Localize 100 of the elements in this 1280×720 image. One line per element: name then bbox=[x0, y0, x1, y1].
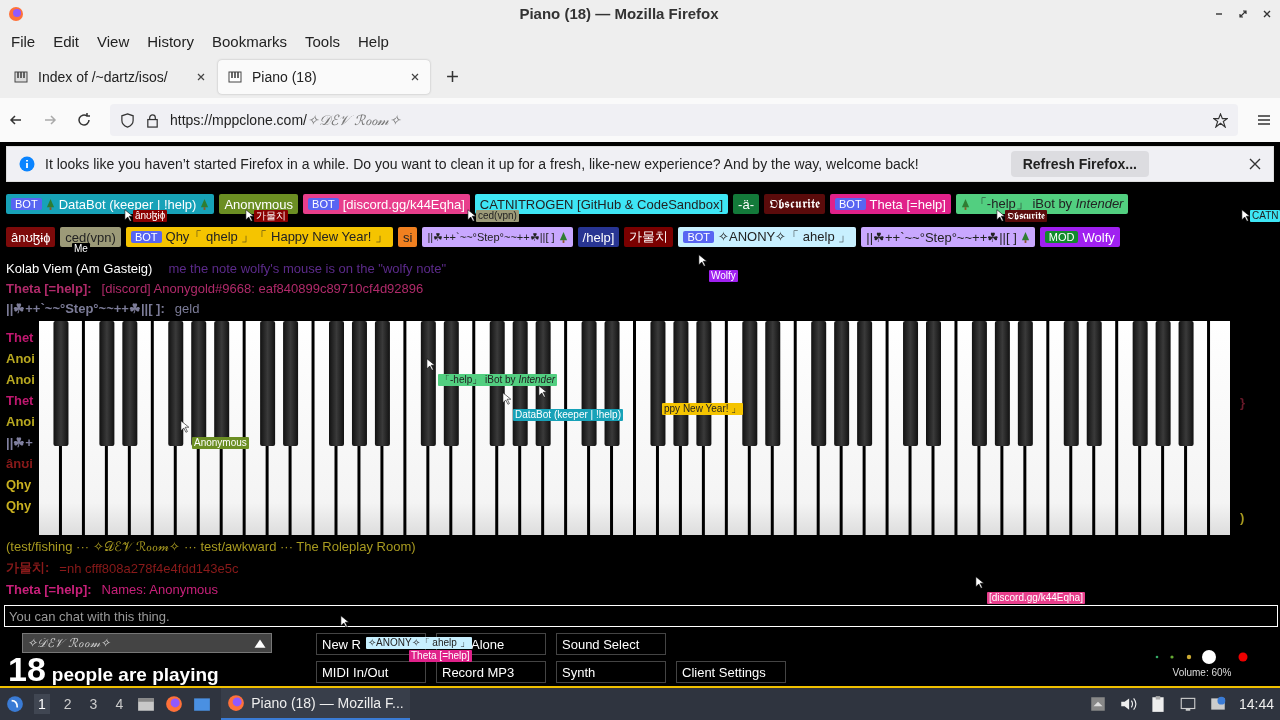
new-tab-icon[interactable] bbox=[446, 70, 459, 84]
menu-item[interactable]: Edit bbox=[44, 30, 89, 52]
chat-message: me the note wolfy's mouse is on the "wolfy note" bbox=[168, 260, 447, 276]
chat-fragment: Thet bbox=[6, 330, 35, 345]
menu-item[interactable]: History bbox=[138, 30, 203, 52]
user-tag[interactable]: ânʊɮɨɸ bbox=[6, 227, 56, 247]
taskbar-window-button[interactable]: Piano (18) — Mozilla F... bbox=[221, 688, 410, 720]
role-badge: BOT bbox=[835, 198, 866, 210]
room-dropdown[interactable]: ✧𝒟ℰ𝒱 ℛℴℴ𝓂✧ bbox=[22, 633, 272, 653]
chat-author: Theta [=help]: bbox=[6, 280, 92, 296]
mouse-pointer-icon bbox=[426, 358, 435, 371]
user-name: 「-help」 iBot by Intender bbox=[973, 195, 1124, 212]
mouse-pointer-icon bbox=[975, 576, 984, 589]
user-tag[interactable]: /help] bbox=[577, 227, 620, 247]
maximize-icon[interactable] bbox=[1238, 8, 1248, 19]
workspace-button[interactable]: 3 bbox=[85, 694, 102, 714]
chat-fragment: Thet bbox=[6, 393, 35, 408]
user-tag[interactable]: -ä- bbox=[733, 194, 759, 214]
user-name: CATNITROGEN [GitHub & CodeSandbox] bbox=[479, 196, 724, 212]
user-tag[interactable]: BOT [discord.gg/k44Eqha] bbox=[303, 194, 470, 214]
piano-icon bbox=[228, 69, 242, 84]
chat-fragment: ) bbox=[1240, 510, 1246, 525]
shield-icon[interactable] bbox=[120, 112, 135, 128]
mouse-pointer-icon bbox=[698, 254, 707, 267]
cursor-name-tooltip: 가물치 bbox=[254, 210, 288, 222]
mouse-pointer-icon bbox=[502, 392, 511, 405]
workspace-button[interactable]: 2 bbox=[59, 694, 76, 714]
chat-fragment: Qhy bbox=[6, 477, 33, 492]
notification-icon[interactable] bbox=[1208, 695, 1227, 713]
start-menu-icon[interactable] bbox=[6, 695, 24, 713]
chat-fragment: ânʊi bbox=[6, 456, 34, 471]
window-title: Piano (18) — Mozilla F... bbox=[251, 695, 404, 711]
menu-item[interactable]: Help bbox=[349, 30, 398, 52]
chat-fragment: Anoi bbox=[6, 372, 36, 387]
menu-item[interactable]: Tools bbox=[296, 30, 349, 52]
menu-item[interactable]: View bbox=[88, 30, 139, 52]
window-icon[interactable] bbox=[193, 695, 212, 713]
workspace-button[interactable]: 4 bbox=[111, 694, 128, 714]
chat-message: (test/fishing ··· ✧𝒟ℰ𝒱 ℛℴℴ𝓂✧ ··· test/awkward ··· The Roleplay Room) bbox=[6, 539, 416, 555]
role-badge: BOT bbox=[308, 198, 339, 210]
user-tag[interactable]: BOT ✧ANONY✧「 ahelp 」 bbox=[678, 227, 857, 247]
close-icon[interactable] bbox=[1249, 158, 1261, 171]
user-tag[interactable]: ced(vpn) bbox=[60, 227, 121, 247]
user-name: si bbox=[403, 229, 413, 245]
user-name: 𝕺𝖇𝖘𝖈𝖚𝖗𝖎𝖙𝖊 bbox=[769, 196, 820, 212]
user-name-label: Kolab Viem (Am Gasteig) bbox=[6, 260, 153, 276]
tray-expand-icon[interactable] bbox=[1088, 695, 1107, 713]
menu-button[interactable]: Synth bbox=[556, 661, 666, 683]
user-tag[interactable]: BOT Qhy「 qhelp 」「 Happy New Year! 」 bbox=[125, 227, 394, 247]
cursor-name-tooltip: 𝕺𝖇𝖘𝖈𝖚𝖗𝖎𝖙𝖊 bbox=[1005, 210, 1047, 222]
user-tag[interactable]: 𝕺𝖇𝖘𝖈𝖚𝖗𝖎𝖙𝖊 bbox=[764, 194, 825, 214]
cursor-name-tooltip: ânʊɮɨɸ bbox=[133, 210, 168, 222]
close-tab-icon[interactable] bbox=[410, 71, 420, 82]
bookmark-star-icon[interactable] bbox=[1213, 112, 1228, 128]
menu-item[interactable]: File bbox=[2, 30, 45, 52]
workspace-button[interactable]: 1 bbox=[34, 694, 50, 714]
user-name: /help] bbox=[582, 229, 615, 245]
lock-icon[interactable] bbox=[145, 112, 160, 128]
player-count: 18 bbox=[8, 653, 46, 685]
user-tag[interactable]: ||☘++`~~°Step°~~++☘||[ ] bbox=[861, 227, 1035, 247]
menu-button[interactable]: Client Settings bbox=[676, 661, 786, 683]
speaker-icon[interactable] bbox=[1118, 695, 1137, 713]
caret-icon bbox=[253, 637, 267, 649]
firefox-icon bbox=[8, 5, 24, 22]
menu-item[interactable]: Bookmarks bbox=[202, 30, 296, 52]
close-tab-icon[interactable] bbox=[196, 71, 206, 82]
menu-button[interactable]: Record MP3 bbox=[436, 661, 546, 683]
menu-button[interactable]: Sound Select bbox=[556, 633, 666, 655]
chat-input[interactable]: You can chat with this thing. bbox=[4, 605, 1278, 627]
close-icon[interactable] bbox=[1262, 8, 1272, 19]
refresh-firefox-button[interactable]: Refresh Firefox... bbox=[1010, 151, 1149, 178]
cursor-name-tooltip: Theta [=help] bbox=[409, 650, 472, 662]
reload-icon[interactable] bbox=[76, 112, 92, 129]
cursor-name-tooltip: ✧ANONY✧「 ahelp 」 bbox=[366, 637, 472, 649]
cursor-name-tooltip: Wolfy bbox=[709, 270, 738, 282]
mouse-pointer-icon bbox=[996, 209, 1005, 222]
user-tag[interactable]: si bbox=[398, 227, 418, 247]
user-tag[interactable]: 가물치 bbox=[624, 227, 674, 247]
user-name: 가물치 bbox=[629, 228, 669, 246]
user-tag[interactable]: MOD Wolfy bbox=[1039, 227, 1120, 247]
address-bar[interactable]: https://mppclone.com/✧𝒟ℰ𝒱 ℛℴℴ𝓂✧ bbox=[110, 104, 1238, 137]
chat-fragment: Qhy bbox=[6, 498, 33, 513]
chat-message: =nh cfff808a278f4e4fdd143e5c bbox=[59, 560, 239, 576]
menu-button[interactable]: MIDI In/Out bbox=[316, 661, 426, 683]
chat-fragment: ||☘+ bbox=[6, 435, 34, 450]
cursor-name-tooltip: Me bbox=[72, 243, 90, 255]
user-name: Theta [=help] bbox=[869, 196, 946, 212]
chat-author: ||☘++`~~°Step°~~++☘||[ ]: bbox=[6, 300, 165, 316]
role-badge: BOT bbox=[683, 231, 714, 243]
browser-tab[interactable]: Index of /~dartz/isos/ bbox=[4, 59, 216, 94]
browser-tab[interactable]: Piano (18) bbox=[218, 59, 430, 94]
user-name: -ä- bbox=[738, 196, 754, 212]
piano-keyboard-drawing[interactable] bbox=[38, 321, 1232, 535]
cursor-name-tooltip: ppy New Year! 」 bbox=[662, 403, 744, 415]
cursor-label[interactable]: ||☘++`~~°Step°~~++☘||[ ] bbox=[422, 227, 573, 247]
firefox-icon[interactable] bbox=[165, 695, 184, 713]
user-tag[interactable]: BOT Theta [=help] bbox=[830, 194, 951, 214]
user-name: [discord.gg/k44Eqha] bbox=[342, 196, 465, 212]
chat-author: 가물치: bbox=[6, 559, 50, 577]
folder-icon[interactable] bbox=[137, 695, 156, 713]
